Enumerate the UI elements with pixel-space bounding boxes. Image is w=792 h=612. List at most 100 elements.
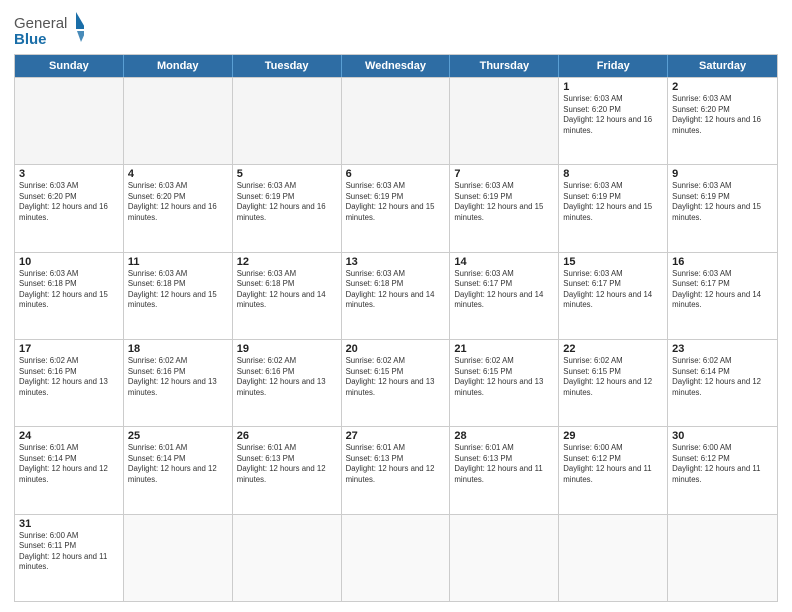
day-info: Sunrise: 6:03 AMSunset: 6:18 PMDaylight:… [346,269,446,311]
day-number: 26 [237,430,337,442]
day-number: 18 [128,343,228,355]
day-info: Sunrise: 6:02 AMSunset: 6:15 PMDaylight:… [563,356,663,398]
day-number: 30 [672,430,773,442]
calendar-cell: 21 Sunrise: 6:02 AMSunset: 6:15 PMDaylig… [450,340,559,426]
day-info: Sunrise: 6:03 AMSunset: 6:20 PMDaylight:… [672,94,773,136]
calendar-cell: 29 Sunrise: 6:00 AMSunset: 6:12 PMDaylig… [559,427,668,513]
day-number: 3 [19,168,119,180]
calendar-cell: 9 Sunrise: 6:03 AMSunset: 6:19 PMDayligh… [668,165,777,251]
day-info: Sunrise: 6:03 AMSunset: 6:18 PMDaylight:… [237,269,337,311]
calendar-cell: 22 Sunrise: 6:02 AMSunset: 6:15 PMDaylig… [559,340,668,426]
day-number: 8 [563,168,663,180]
calendar-body: 1 Sunrise: 6:03 AMSunset: 6:20 PMDayligh… [15,77,777,601]
day-number: 17 [19,343,119,355]
svg-text:General: General [14,15,67,32]
calendar-cell: 27 Sunrise: 6:01 AMSunset: 6:13 PMDaylig… [342,427,451,513]
day-number: 28 [454,430,554,442]
calendar-week-2: 3 Sunrise: 6:03 AMSunset: 6:20 PMDayligh… [15,164,777,251]
day-number: 23 [672,343,773,355]
day-info: Sunrise: 6:03 AMSunset: 6:19 PMDaylight:… [237,181,337,223]
calendar-cell [15,78,124,164]
calendar-cell [450,78,559,164]
day-info: Sunrise: 6:03 AMSunset: 6:19 PMDaylight:… [672,181,773,223]
day-info: Sunrise: 6:01 AMSunset: 6:13 PMDaylight:… [237,443,337,485]
calendar-cell [668,515,777,601]
day-info: Sunrise: 6:03 AMSunset: 6:20 PMDaylight:… [563,94,663,136]
day-number: 12 [237,256,337,268]
day-number: 5 [237,168,337,180]
day-number: 11 [128,256,228,268]
day-info: Sunrise: 6:03 AMSunset: 6:17 PMDaylight:… [563,269,663,311]
calendar-cell: 8 Sunrise: 6:03 AMSunset: 6:19 PMDayligh… [559,165,668,251]
day-number: 14 [454,256,554,268]
calendar-cell: 5 Sunrise: 6:03 AMSunset: 6:19 PMDayligh… [233,165,342,251]
day-info: Sunrise: 6:02 AMSunset: 6:15 PMDaylight:… [454,356,554,398]
day-info: Sunrise: 6:01 AMSunset: 6:14 PMDaylight:… [128,443,228,485]
day-info: Sunrise: 6:03 AMSunset: 6:19 PMDaylight:… [454,181,554,223]
logo-svg: General Blue [14,10,84,48]
day-info: Sunrise: 6:02 AMSunset: 6:16 PMDaylight:… [19,356,119,398]
calendar-cell: 18 Sunrise: 6:02 AMSunset: 6:16 PMDaylig… [124,340,233,426]
calendar-cell [559,515,668,601]
calendar-cell: 28 Sunrise: 6:01 AMSunset: 6:13 PMDaylig… [450,427,559,513]
calendar-cell: 16 Sunrise: 6:03 AMSunset: 6:17 PMDaylig… [668,253,777,339]
day-info: Sunrise: 6:03 AMSunset: 6:20 PMDaylight:… [128,181,228,223]
calendar-cell [342,515,451,601]
day-info: Sunrise: 6:02 AMSunset: 6:14 PMDaylight:… [672,356,773,398]
calendar-cell: 1 Sunrise: 6:03 AMSunset: 6:20 PMDayligh… [559,78,668,164]
calendar-cell: 31 Sunrise: 6:00 AMSunset: 6:11 PMDaylig… [15,515,124,601]
day-info: Sunrise: 6:03 AMSunset: 6:17 PMDaylight:… [672,269,773,311]
calendar-cell: 30 Sunrise: 6:00 AMSunset: 6:12 PMDaylig… [668,427,777,513]
calendar-week-1: 1 Sunrise: 6:03 AMSunset: 6:20 PMDayligh… [15,77,777,164]
day-number: 10 [19,256,119,268]
day-number: 25 [128,430,228,442]
calendar-cell: 20 Sunrise: 6:02 AMSunset: 6:15 PMDaylig… [342,340,451,426]
day-number: 7 [454,168,554,180]
calendar-cell: 15 Sunrise: 6:03 AMSunset: 6:17 PMDaylig… [559,253,668,339]
calendar-cell: 23 Sunrise: 6:02 AMSunset: 6:14 PMDaylig… [668,340,777,426]
day-info: Sunrise: 6:03 AMSunset: 6:19 PMDaylight:… [346,181,446,223]
svg-text:Blue: Blue [14,31,47,48]
day-info: Sunrise: 6:00 AMSunset: 6:11 PMDaylight:… [19,531,119,573]
calendar-cell: 19 Sunrise: 6:02 AMSunset: 6:16 PMDaylig… [233,340,342,426]
day-number: 29 [563,430,663,442]
calendar-cell: 12 Sunrise: 6:03 AMSunset: 6:18 PMDaylig… [233,253,342,339]
day-number: 9 [672,168,773,180]
calendar-cell: 3 Sunrise: 6:03 AMSunset: 6:20 PMDayligh… [15,165,124,251]
weekday-header-sunday: Sunday [15,55,124,77]
weekday-header-saturday: Saturday [668,55,777,77]
calendar-cell: 13 Sunrise: 6:03 AMSunset: 6:18 PMDaylig… [342,253,451,339]
calendar-cell [233,515,342,601]
day-number: 31 [19,518,119,530]
logo: General Blue [14,10,84,48]
day-info: Sunrise: 6:00 AMSunset: 6:12 PMDaylight:… [563,443,663,485]
day-number: 19 [237,343,337,355]
calendar-header: SundayMondayTuesdayWednesdayThursdayFrid… [15,55,777,77]
day-info: Sunrise: 6:03 AMSunset: 6:18 PMDaylight:… [128,269,228,311]
calendar-cell [124,78,233,164]
calendar-cell: 25 Sunrise: 6:01 AMSunset: 6:14 PMDaylig… [124,427,233,513]
day-info: Sunrise: 6:02 AMSunset: 6:16 PMDaylight:… [237,356,337,398]
day-info: Sunrise: 6:01 AMSunset: 6:13 PMDaylight:… [454,443,554,485]
day-info: Sunrise: 6:03 AMSunset: 6:19 PMDaylight:… [563,181,663,223]
calendar-cell: 14 Sunrise: 6:03 AMSunset: 6:17 PMDaylig… [450,253,559,339]
day-info: Sunrise: 6:01 AMSunset: 6:14 PMDaylight:… [19,443,119,485]
calendar-cell [450,515,559,601]
calendar: SundayMondayTuesdayWednesdayThursdayFrid… [14,54,778,602]
day-number: 2 [672,81,773,93]
day-info: Sunrise: 6:00 AMSunset: 6:12 PMDaylight:… [672,443,773,485]
day-number: 15 [563,256,663,268]
day-number: 16 [672,256,773,268]
day-info: Sunrise: 6:03 AMSunset: 6:18 PMDaylight:… [19,269,119,311]
calendar-week-5: 24 Sunrise: 6:01 AMSunset: 6:14 PMDaylig… [15,426,777,513]
calendar-cell: 24 Sunrise: 6:01 AMSunset: 6:14 PMDaylig… [15,427,124,513]
calendar-cell [342,78,451,164]
calendar-cell: 11 Sunrise: 6:03 AMSunset: 6:18 PMDaylig… [124,253,233,339]
day-number: 24 [19,430,119,442]
day-number: 22 [563,343,663,355]
weekday-header-thursday: Thursday [450,55,559,77]
weekday-header-wednesday: Wednesday [342,55,451,77]
calendar-cell: 10 Sunrise: 6:03 AMSunset: 6:18 PMDaylig… [15,253,124,339]
day-number: 6 [346,168,446,180]
day-number: 27 [346,430,446,442]
